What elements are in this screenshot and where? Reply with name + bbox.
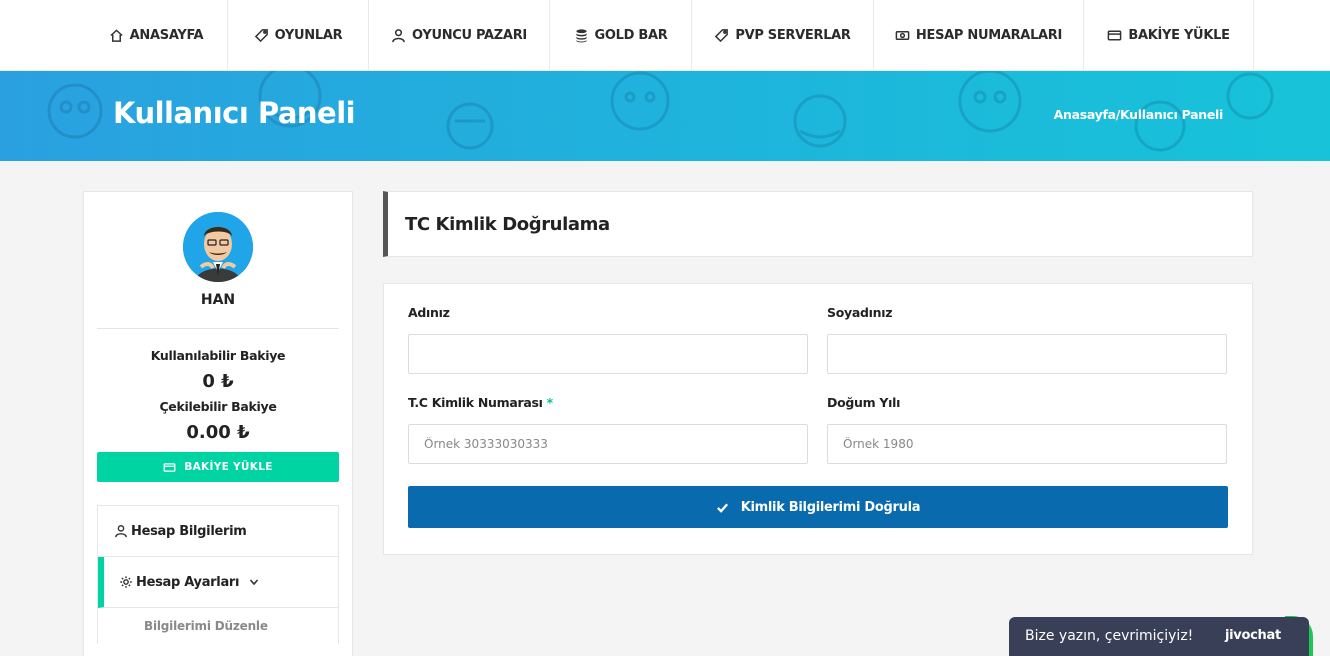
sidebar-item-label: Hesap Ayarları <box>136 574 240 590</box>
usable-balance-label: Kullanılabilir Bakiye <box>150 348 286 363</box>
nav-item-games[interactable]: OYUNLAR <box>228 0 369 71</box>
gear-icon <box>120 576 132 588</box>
tc-number-field[interactable] <box>408 424 808 464</box>
chat-brand-logo: jivochat <box>1225 628 1281 643</box>
nav-label: BAKİYE YÜKLE <box>1128 28 1230 43</box>
submenu-item-edit-info[interactable]: Bilgilerimi Düzenle <box>98 608 338 644</box>
topup-label: BAKİYE YÜKLE <box>184 461 273 473</box>
ticket-icon <box>715 29 729 43</box>
nav-item-player-market[interactable]: OYUNCU PAZARI <box>369 0 550 71</box>
username: HAN <box>200 292 236 308</box>
sidebar-item-label: Hesap Bilgilerim <box>131 523 247 539</box>
nav-item-pvp-servers[interactable]: PVP SERVERLAR <box>692 0 874 71</box>
withdrawable-balance-label: Çekilebilir Bakiye <box>159 399 277 414</box>
money-bill-icon <box>895 31 910 40</box>
nav-list: ANASAYFA OYUNLAR OYUNCU PAZARI GOLD BAR … <box>85 0 1254 71</box>
nav-label: GOLD BAR <box>594 28 668 43</box>
breadcrumb-home-link[interactable]: Anasayfa <box>1054 107 1116 122</box>
user-icon <box>115 525 127 538</box>
tc-number-label-text: T.C Kimlik Numarası <box>408 395 543 410</box>
nav-item-gold-bar[interactable]: GOLD BAR <box>550 0 692 71</box>
sidebar-item-account-settings[interactable]: Hesap Ayarları <box>98 557 338 608</box>
page-title: Kullanıcı Paneli <box>113 96 356 130</box>
live-chat-widget[interactable]: Bize yazın, çevrimiçiyiz! jivochat <box>1009 617 1309 656</box>
topup-button[interactable]: BAKİYE YÜKLE <box>97 452 339 482</box>
home-icon <box>110 29 123 42</box>
nav-label: HESAP NUMARALARI <box>915 28 1063 43</box>
tag-icon <box>254 29 268 43</box>
nav-item-topup[interactable]: BAKİYE YÜKLE <box>1084 0 1254 71</box>
page-banner: Kullanıcı Paneli Anasayfa/Kullanıcı Pane… <box>0 71 1330 161</box>
top-navigation: ANASAYFA OYUNLAR OYUNCU PAZARI GOLD BAR … <box>0 0 1330 71</box>
last-name-field[interactable] <box>827 334 1227 374</box>
verify-identity-button[interactable]: Kimlik Bilgilerimi Doğrula <box>408 486 1228 528</box>
credit-card-icon <box>1108 30 1122 41</box>
submenu-item-label: Bilgilerimi Düzenle <box>144 619 268 633</box>
tc-number-label: T.C Kimlik Numarası * <box>408 395 553 410</box>
sidebar-menu: Hesap Bilgilerim Hesap Ayarları Bilgiler… <box>97 505 339 644</box>
breadcrumb-current: Kullanıcı Paneli <box>1119 107 1223 122</box>
avatar-image <box>183 212 253 282</box>
nav-label: PVP SERVERLAR <box>735 28 851 43</box>
birth-year-label: Doğum Yılı <box>827 395 901 410</box>
birth-year-field[interactable] <box>827 424 1227 464</box>
check-icon <box>716 502 728 513</box>
nav-item-home[interactable]: ANASAYFA <box>85 0 228 71</box>
first-name-label: Adınız <box>408 305 450 320</box>
nav-label: OYUNLAR <box>274 28 343 43</box>
nav-item-account-numbers[interactable]: HESAP NUMARALARI <box>874 0 1084 71</box>
required-mark: * <box>546 395 554 410</box>
last-name-label: Soyadınız <box>827 305 893 320</box>
section-title: TC Kimlik Doğrulama <box>405 214 610 235</box>
identity-verification-form: Adınız Soyadınız T.C Kimlik Numarası * D… <box>383 283 1253 555</box>
coins-stack-icon <box>575 29 587 43</box>
divider <box>97 328 339 329</box>
credit-card-icon <box>163 462 176 472</box>
user-icon <box>392 29 405 43</box>
sidebar-item-account-info[interactable]: Hesap Bilgilerim <box>98 506 338 557</box>
nav-label: OYUNCU PAZARI <box>412 28 527 43</box>
chat-prompt: Bize yazın, çevrimiçiyiz! <box>1025 628 1194 644</box>
nav-label: ANASAYFA <box>129 28 204 43</box>
verify-button-label: Kimlik Bilgilerimi Doğrula <box>740 499 921 515</box>
avatar <box>183 212 253 282</box>
withdrawable-balance-value: 0.00 ₺ <box>186 422 250 443</box>
section-title-card: TC Kimlik Doğrulama <box>383 191 1253 257</box>
usable-balance-value: 0 ₺ <box>202 371 234 392</box>
first-name-field[interactable] <box>408 334 808 374</box>
chevron-down-icon <box>250 579 259 586</box>
breadcrumb: Anasayfa/Kullanıcı Paneli <box>1054 107 1224 122</box>
user-sidebar: HAN Kullanılabilir Bakiye 0 ₺ Çekilebili… <box>83 191 353 656</box>
